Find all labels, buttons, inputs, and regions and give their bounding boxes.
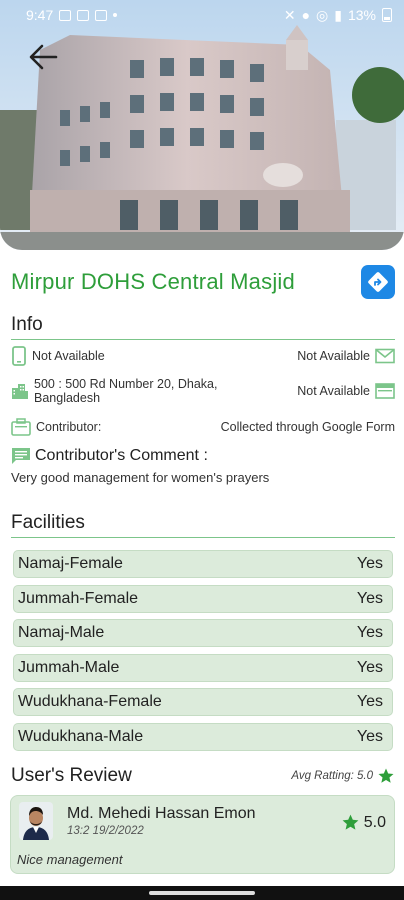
place-photo [0,0,404,250]
web-icon [375,383,395,399]
info-heading: Info [11,314,395,340]
facility-name: Jummah-Male [18,658,120,676]
comment-heading: Contributor's Comment : [35,447,208,464]
review-rating-value: 5.0 [363,813,386,831]
facility-name: Namaj-Male [18,624,105,641]
average-rating: Avg Ratting: 5.0 [291,767,395,785]
facility-item: Namaj-Male Yes [13,619,393,647]
comment-heading-row: Contributor's Comment : [11,447,208,465]
reviews-heading: User's Review [11,765,132,786]
review-card: Md. Mehedi Hassan Emon 13:2 19/2/2022 5.… [10,795,395,874]
status-time: 9:47 [26,7,54,23]
website-value: Not Available [297,384,370,398]
star-icon [378,768,394,783]
facility-name: Jummah-Female [18,589,139,607]
phone-icon [11,346,27,366]
title-row: Mirpur DOHS Central Masjid [11,262,395,302]
email-value: Not Available [297,349,370,363]
hotspot-icon: ◎ [316,6,329,23]
comment-icon [11,447,31,465]
reviewer-name: Md. Mehedi Hassan Emon [67,805,256,822]
directions-button[interactable] [361,265,395,299]
mute-icon: ✕ [283,6,296,23]
info-row-contact: Not Available Not Available [11,346,395,366]
signal-icon: ▮ [334,6,342,23]
facility-name: Wudukhana-Male [18,727,144,745]
contributor-value: Collected through Google Form [220,420,395,434]
facility-name: Wudukhana-Female [18,693,162,710]
message-notification-icon [95,9,108,21]
phone-value: Not Available [32,349,105,363]
facility-item: Wudukhana-Female Yes [13,688,393,716]
battery-icon [382,8,392,22]
facility-item: Namaj-Female Yes [13,550,393,578]
contributor-label: Contributor: [36,420,102,434]
app-notification-icon [77,9,90,21]
contributor-info: Contributor: [11,418,101,436]
contributor-icon [11,418,31,436]
address-value: 500 : 500 Rd Number 20, Dhaka, Banglades… [34,377,218,405]
facility-value: Yes [356,658,383,676]
facility-value: Yes [356,693,383,710]
info-row-address: 500 : 500 Rd Number 20, Dhaka, Banglades… [11,377,395,405]
facility-item: Jummah-Female Yes [13,584,393,613]
facility-value: Yes [356,589,383,607]
facility-value: Yes [356,727,383,745]
facilities-list: Namaj-Female Yes Jummah-Female Yes Namaj-M… [13,550,393,757]
facility-value: Yes [356,624,383,641]
system-navigation-bar [0,886,404,900]
address-info: 500 : 500 Rd Number 20, Dhaka, Banglades… [11,377,244,405]
more-notifications-icon [113,13,118,17]
review-rating: 5.0 [341,813,386,832]
facility-name: Namaj-Female [18,555,123,572]
star-icon [342,814,359,830]
gallery-notification-icon [59,9,72,21]
info-row-contributor: Contributor: Collected through Google Fo… [11,418,395,436]
facilities-heading: Facilities [11,512,395,538]
back-button[interactable] [26,40,60,74]
website-info[interactable]: Not Available [297,383,395,399]
comment-text: Very good management for women's prayers [11,470,270,485]
location-icon: ● [301,7,311,23]
facility-item: Jummah-Male Yes [13,653,393,682]
email-info[interactable]: Not Available [297,348,395,364]
review-timestamp: 13:2 19/2/2022 [67,825,144,837]
facility-item: Wudukhana-Male Yes [13,722,393,751]
facility-value: Yes [356,555,383,572]
review-text: Nice management [17,852,123,867]
phone-info[interactable]: Not Available [11,346,105,366]
reviews-header: User's Review Avg Ratting: 5.0 [11,765,395,787]
place-title: Mirpur DOHS Central Masjid [11,269,295,294]
back-arrow-icon [29,44,58,70]
home-gesture-handle[interactable] [149,891,255,895]
average-rating-label: Avg Ratting: 5.0 [291,770,373,782]
battery-percent: 13% [347,7,376,23]
building-icon [11,382,29,400]
avatar [19,802,53,840]
status-bar: 9:47 ✕ ● ◎ ▮ 13% [0,0,404,30]
directions-icon [368,272,388,292]
mail-icon [375,348,395,364]
